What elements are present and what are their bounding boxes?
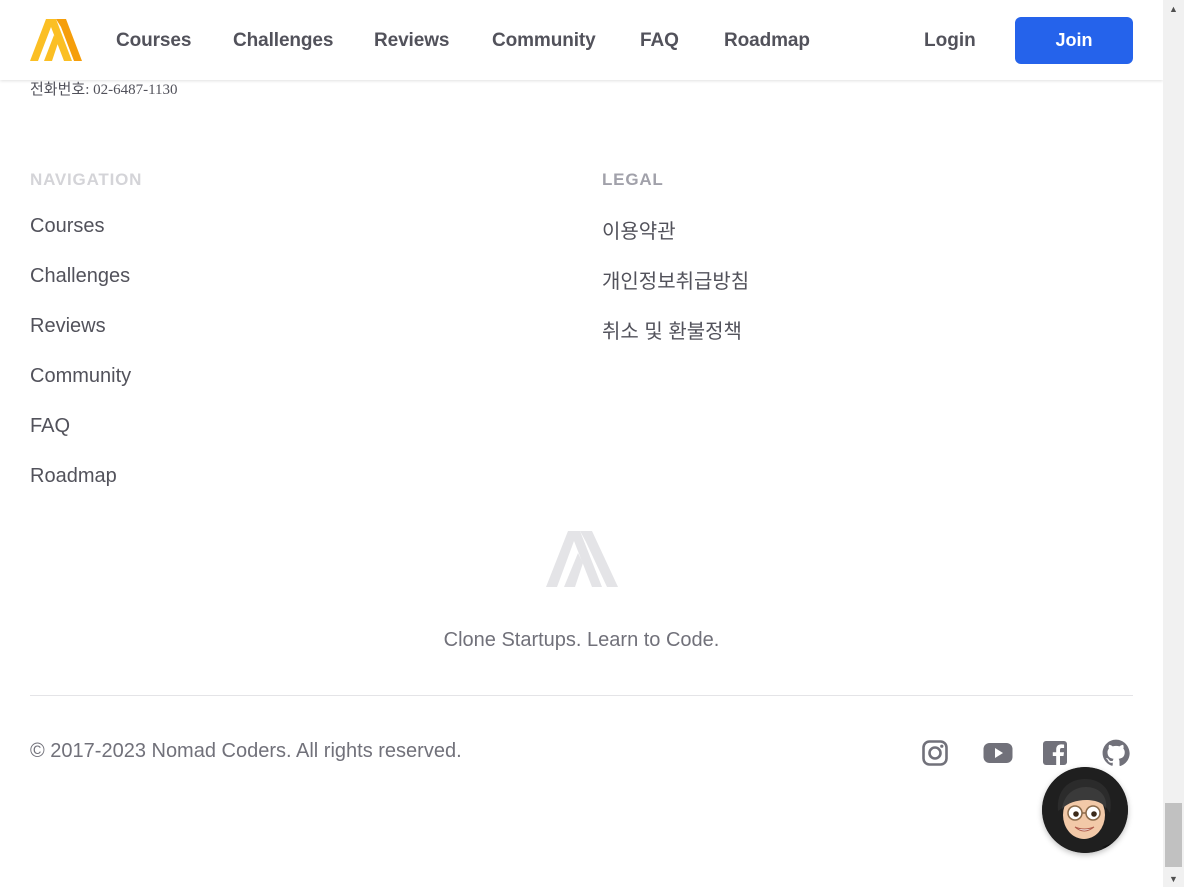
login-link[interactable]: Login	[924, 30, 976, 52]
scroll-thumb[interactable]	[1165, 803, 1182, 867]
footer-link-privacy[interactable]: 개인정보취급방침	[602, 265, 749, 294]
github-icon[interactable]	[1102, 739, 1130, 767]
nav-courses[interactable]: Courses	[116, 30, 191, 52]
footer-link-refund[interactable]: 취소 및 환불정책	[602, 315, 742, 344]
join-button[interactable]: Join	[1015, 17, 1133, 64]
footer-link-challenges[interactable]: Challenges	[30, 265, 130, 288]
nomad-logo-icon[interactable]	[30, 19, 82, 61]
chat-avatar-button[interactable]	[1042, 767, 1128, 853]
avatar-chat-icon	[1042, 767, 1128, 853]
page-scrollbar[interactable]: ▲ ▼	[1163, 0, 1184, 887]
footer-divider	[30, 695, 1133, 696]
youtube-icon[interactable]	[983, 739, 1013, 767]
tagline: Clone Startups. Learn to Code.	[443, 629, 720, 651]
navigation-heading: NAVIGATION	[30, 170, 143, 189]
footer-logo-icon	[546, 531, 618, 587]
phone-number: 전화번호: 02-6487-1130	[30, 82, 178, 98]
footer-link-courses[interactable]: Courses	[30, 215, 104, 238]
scroll-down-arrow-icon[interactable]: ▼	[1163, 870, 1184, 887]
nav-faq[interactable]: FAQ	[640, 30, 679, 52]
copyright-text: © 2017-2023 Nomad Coders. All rights res…	[30, 740, 462, 762]
nav-challenges[interactable]: Challenges	[233, 30, 333, 52]
footer-link-terms[interactable]: 이용약관	[602, 215, 676, 244]
instagram-icon[interactable]	[921, 739, 949, 767]
footer-link-roadmap[interactable]: Roadmap	[30, 465, 117, 488]
nav-reviews[interactable]: Reviews	[374, 30, 449, 52]
footer-link-reviews[interactable]: Reviews	[30, 315, 106, 338]
footer-link-community[interactable]: Community	[30, 365, 131, 388]
nav-community[interactable]: Community	[492, 30, 596, 52]
page: Courses Challenges Reviews Community FAQ…	[0, 0, 1163, 887]
footer-link-faq[interactable]: FAQ	[30, 415, 70, 438]
facebook-icon[interactable]	[1041, 739, 1069, 767]
legal-heading: LEGAL	[602, 170, 664, 189]
moon-icon[interactable]	[568, 799, 596, 827]
nav-roadmap[interactable]: Roadmap	[724, 30, 810, 52]
scroll-up-arrow-icon[interactable]: ▲	[1163, 0, 1184, 17]
top-header: Courses Challenges Reviews Community FAQ…	[0, 0, 1163, 80]
